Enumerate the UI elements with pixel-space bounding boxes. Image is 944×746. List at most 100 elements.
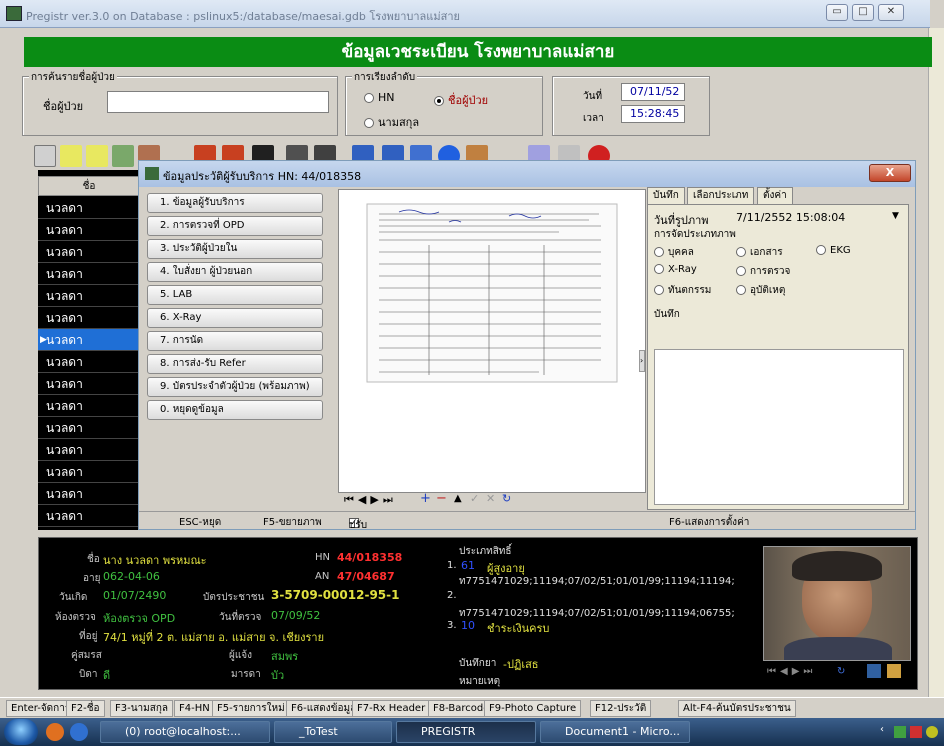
list-item[interactable]: นวลดา <box>38 483 140 505</box>
category-label: การตรวจ <box>750 266 791 277</box>
menu-button-7[interactable]: 7. การนัด <box>147 331 323 351</box>
nav-edit-icon[interactable]: ▲ <box>454 493 462 504</box>
menu-button-3[interactable]: 3. ประวัติผู้ป่วยใน <box>147 239 323 259</box>
birth-label: วันเกิด <box>59 592 88 603</box>
name-label: ชื่อ <box>87 554 100 565</box>
fkey-2[interactable]: F3-นามสกุล <box>110 700 174 717</box>
fkey-10[interactable]: Alt-F4-ค้นบัตรประชาชน <box>678 700 796 717</box>
fkey-9[interactable]: F12-ประวัติ <box>590 700 652 717</box>
an-label: AN <box>315 571 330 582</box>
list-item[interactable]: นวลดา <box>38 373 140 395</box>
status-f5: F5-ขยายภาพ <box>263 517 322 528</box>
birth-value: 01/07/2490 <box>103 589 167 602</box>
tab-panel: วันที่รูปภาพ 7/11/2552 15:08:04 ▼ การจัด… <box>647 204 909 510</box>
tray-network-icon[interactable] <box>894 726 906 738</box>
patient-photo <box>763 546 911 661</box>
tray-arrow-icon[interactable]: ‹ <box>880 724 884 735</box>
tray-shield-icon[interactable] <box>910 726 922 738</box>
fkey-8[interactable]: F9-Photo Capture <box>484 700 582 717</box>
rights-label: ประเภทสิทธิ์ <box>459 546 512 557</box>
category-accident-radio[interactable]: อุบัติเหตุ <box>736 283 785 298</box>
tab-settings[interactable]: ตั้งค่า <box>757 187 793 205</box>
image-date-value[interactable]: 7/11/2552 15:08:04 <box>736 211 845 224</box>
ie-icon[interactable] <box>70 723 88 741</box>
category-ekg-radio[interactable]: EKG <box>816 245 851 256</box>
task-totest[interactable]: _ToTest <box>274 721 392 743</box>
search-group-caption: การค้นรายชื่อผู้ป่วย <box>29 70 117 85</box>
nav-first-prev-next-last-icons[interactable]: ⏮◀▶⏭ <box>344 493 397 507</box>
nav-refresh-icon[interactable]: ↻ <box>502 492 511 505</box>
category-xray-radio[interactable]: X-Ray <box>654 264 697 275</box>
nav-cancel-icon[interactable]: ✕ <box>486 492 495 505</box>
photo-save-icon[interactable] <box>867 664 881 678</box>
list-item[interactable]: นวลดา <box>38 263 140 285</box>
fkey-3[interactable]: F4-HN <box>174 700 215 717</box>
category-document-radio[interactable]: เอกสาร <box>736 245 783 260</box>
photo-nav-icons[interactable]: ⏮◀▶⏭ <box>767 666 816 677</box>
fkey-1[interactable]: F2-ชื่อ <box>66 700 105 717</box>
tab-category[interactable]: เลือกประเภท <box>687 187 755 205</box>
printer-icon[interactable] <box>34 145 56 167</box>
category-person-radio[interactable]: บุคคล <box>654 245 694 260</box>
menu-button-2[interactable]: 2. การตรวจที่ OPD <box>147 216 323 236</box>
list-item[interactable]: นวลดา <box>38 241 140 263</box>
menu-button-8[interactable]: 8. การส่ง-รับ Refer <box>147 354 323 374</box>
room-label: ห้องตรวจ <box>55 612 96 623</box>
task-pregistr[interactable]: PREGISTR <box>396 721 536 743</box>
hn-edit-icon[interactable] <box>60 145 82 167</box>
start-button[interactable] <box>4 719 38 745</box>
list-item[interactable]: นวลดา <box>38 439 140 461</box>
task-word[interactable]: Document1 - Micro... <box>540 721 690 743</box>
sort-hn-radio[interactable]: HN <box>364 91 395 104</box>
list-item[interactable]: นวลดา <box>38 395 140 417</box>
dialog-close-button[interactable]: X <box>869 164 911 182</box>
note-textarea[interactable] <box>654 349 904 505</box>
category-exam-radio[interactable]: การตรวจ <box>736 264 790 279</box>
fkey-0[interactable]: Enter-จัดการ <box>6 700 76 717</box>
task-putty[interactable]: (0) root@localhost:... <box>100 721 270 743</box>
list-item[interactable]: นวลดา <box>38 197 140 219</box>
menu-button-1[interactable]: 1. ข้อมูลผู้รับบริการ <box>147 193 323 213</box>
menu-button-4[interactable]: 4. ใบสั่งยา ผู้ป่วยนอก <box>147 262 323 282</box>
menu-button-9[interactable]: 9. บัตรประจำตัวผู้ป่วย (พร้อมภาพ) <box>147 377 323 397</box>
fkey-6[interactable]: F7-Rx Header <box>352 700 431 717</box>
minimize-button[interactable]: ▭ <box>826 4 848 21</box>
an-edit-icon[interactable] <box>86 145 108 167</box>
menu-button-6[interactable]: 6. X-Ray <box>147 308 323 328</box>
fkey-4[interactable]: F5-รายการใหม่ <box>212 700 290 717</box>
maximize-button[interactable]: □ <box>852 4 874 21</box>
tray-volume-icon[interactable] <box>926 726 938 738</box>
patient-name-input[interactable] <box>107 91 329 113</box>
photo-view-icon[interactable] <box>887 664 901 678</box>
nav-add-icon[interactable]: + <box>420 491 431 506</box>
dropdown-arrow-icon[interactable]: ▼ <box>892 211 899 221</box>
sort-name-radio[interactable]: ชื่อผู้ป่วย <box>434 91 488 109</box>
right-scrollbar[interactable] <box>928 28 944 697</box>
list-item[interactable]: นวลดา <box>38 329 140 351</box>
tab-note[interactable]: บันทึก <box>647 187 685 205</box>
fkey-5[interactable]: F6-แสดงข้อมูล <box>286 700 362 717</box>
list-item[interactable]: นวลดา <box>38 219 140 241</box>
menu-button-5[interactable]: 5. LAB <box>147 285 323 305</box>
right-code: 61 <box>461 559 475 572</box>
list-item[interactable]: นวลดา <box>38 505 140 527</box>
nav-delete-icon[interactable]: − <box>436 491 447 506</box>
radio-icon <box>654 285 664 295</box>
firefox-icon[interactable] <box>46 723 64 741</box>
list-item[interactable]: นวลดา <box>38 307 140 329</box>
list-item[interactable]: นวลดา <box>38 351 140 373</box>
address-value: 74/1 หมู่ที่ 2 ต. แม่สาย อ. แม่สาย จ. เช… <box>103 631 325 644</box>
nav-post-icon[interactable]: ✓ <box>470 492 479 505</box>
search-group: การค้นรายชื่อผู้ป่วย ชื่อผู้ป่วย <box>22 70 338 136</box>
sort-surname-radio[interactable]: นามสกุล <box>364 113 419 131</box>
menu-button-10[interactable]: 0. หยุดดูข้อมูล <box>147 400 323 420</box>
category-dental-radio[interactable]: ทันตกรรม <box>654 283 711 298</box>
scanned-document-viewer[interactable]: › <box>338 189 646 493</box>
search-people-icon[interactable] <box>112 145 134 167</box>
list-item[interactable]: นวลดา <box>38 417 140 439</box>
list-item[interactable]: นวลดา <box>38 461 140 483</box>
panel-expand-arrow-icon[interactable]: › <box>639 350 645 372</box>
list-item[interactable]: นวลดา <box>38 285 140 307</box>
close-button[interactable]: ✕ <box>878 4 904 21</box>
photo-refresh-icon[interactable]: ↻ <box>837 666 845 677</box>
